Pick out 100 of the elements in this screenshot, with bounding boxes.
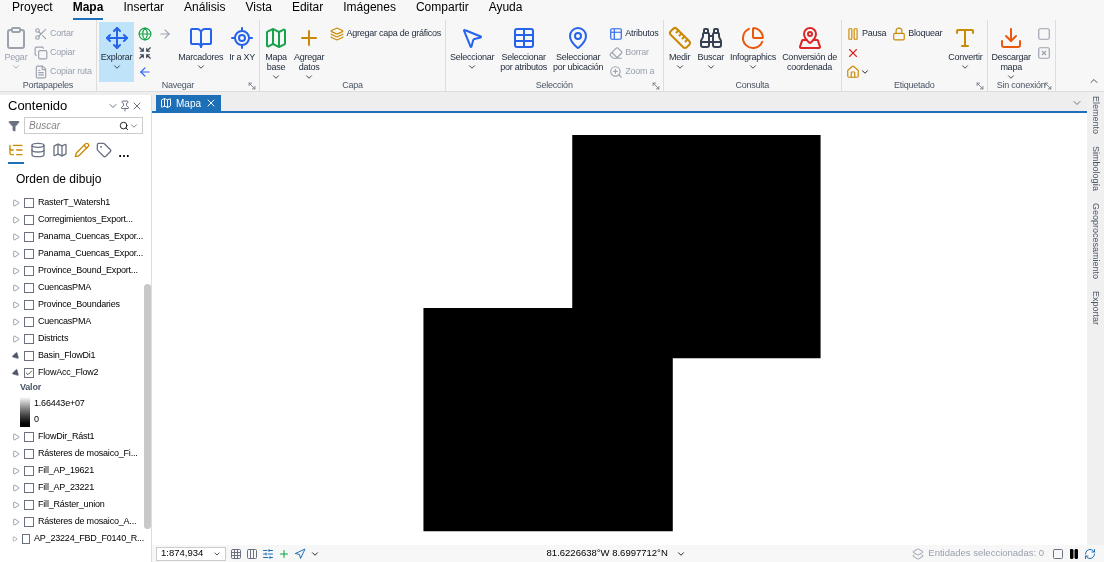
layer-name[interactable]: Fill_AP_19621 <box>38 464 94 478</box>
checkbox[interactable] <box>24 197 34 208</box>
grid-icon[interactable] <box>230 547 242 560</box>
layer-name[interactable]: Panama_Cuencas_Expor... <box>38 246 143 261</box>
ribbon-button[interactable]: Infographics <box>728 22 779 82</box>
expanded-arrow-icon[interactable] <box>10 349 22 362</box>
pointer-icon <box>460 26 485 50</box>
filter-icon[interactable] <box>8 119 20 132</box>
scale-field[interactable]: 1:874,934 <box>156 546 226 561</box>
checkbox[interactable] <box>24 299 34 310</box>
menu-tab[interactable]: Análisis <box>184 0 226 20</box>
collapsed-arrow-icon[interactable] <box>12 484 20 492</box>
columns-icon[interactable] <box>246 547 258 560</box>
checkbox[interactable] <box>24 449 34 459</box>
ribbon-button[interactable]: Atributos <box>607 24 661 43</box>
menu-tab[interactable]: Proyect <box>12 0 53 20</box>
launcher-icon[interactable] <box>974 81 985 91</box>
map-tab[interactable]: Mapa <box>156 95 221 111</box>
menu-tab[interactable]: Vista <box>245 0 272 20</box>
layer-name[interactable]: Rásteres de mosaico_Fi... <box>38 447 138 461</box>
square-icon <box>1036 26 1051 41</box>
checkbox[interactable] <box>24 282 34 293</box>
ribbon-button[interactable]: Marcadores <box>176 22 226 82</box>
layer-name[interactable]: Panama_Cuencas_Expor... <box>38 229 143 244</box>
navigation-icon[interactable] <box>294 547 306 560</box>
collapsed-arrow-icon[interactable] <box>12 501 20 509</box>
ribbon-button[interactable]: Buscar <box>695 22 727 82</box>
ribbon-button[interactable]: Seleccionar por ubicación <box>551 22 606 82</box>
menu-tab[interactable]: Compartir <box>415 0 469 20</box>
checkbox[interactable] <box>24 248 34 259</box>
ribbon-button[interactable]: Mapa base <box>262 22 291 82</box>
more-button[interactable]: … <box>118 144 130 162</box>
checkbox[interactable] <box>24 350 34 361</box>
menu-tab[interactable]: Imágenes <box>343 0 396 20</box>
ribbon-button[interactable]: Explorar <box>98 22 135 82</box>
layer-name[interactable]: FlowDir_Rást1 <box>38 430 95 444</box>
ribbon-button[interactable]: Agregar capa de gráficos <box>328 24 443 43</box>
checkbox[interactable] <box>22 534 30 544</box>
collapsed-arrow-icon[interactable] <box>12 467 20 475</box>
ribbon-button[interactable]: Agregar datos <box>292 22 327 82</box>
ribbon-button[interactable]: Convertir <box>946 22 985 82</box>
ribbon-button[interactable]: Pausa <box>843 24 889 43</box>
collapsed-arrow-icon[interactable] <box>12 450 20 458</box>
scrollbar[interactable] <box>144 284 151 529</box>
ribbon-button[interactable]: Seleccionar por atributos <box>498 22 549 82</box>
checkbox[interactable] <box>24 500 34 510</box>
layer-name[interactable]: Rásteres de mosaico_A... <box>38 515 137 529</box>
launcher-icon[interactable] <box>247 81 258 91</box>
pie-chart-icon <box>741 26 766 50</box>
layer-name[interactable]: Districts <box>38 331 69 346</box>
menu-tab[interactable]: Insertar <box>123 0 165 20</box>
launcher-icon[interactable] <box>650 81 661 91</box>
zoom-icon <box>609 64 624 79</box>
caret-icon <box>748 62 759 72</box>
ribbon-button[interactable]: Medir <box>665 22 694 82</box>
ribbon-button[interactable]: Conversión de coordenada <box>780 22 839 82</box>
layer-name[interactable]: Province_Bound_Export... <box>38 263 138 278</box>
layer-name[interactable]: AP_23224_FBD_F0140_R... <box>34 532 144 546</box>
pin-icon[interactable] <box>119 100 131 112</box>
layer-name[interactable]: Basin_FlowDi1 <box>38 348 96 363</box>
checkbox[interactable] <box>24 316 34 327</box>
side-tab[interactable]: Exportar <box>1088 291 1103 326</box>
view-tab[interactable] <box>8 142 24 164</box>
layer-name[interactable]: Fill_Ráster_union <box>38 498 105 512</box>
search-icon[interactable] <box>119 121 129 131</box>
expanded-arrow-icon[interactable] <box>10 366 22 379</box>
layer-name[interactable]: Fill_AP_23221 <box>38 481 94 495</box>
sliders-icon[interactable] <box>262 547 274 560</box>
ribbon-button[interactable]: Bloquear <box>890 24 945 43</box>
layer-name[interactable]: CuencasPMA <box>38 314 92 329</box>
side-tab[interactable]: Elemento <box>1088 96 1103 135</box>
menu-tab[interactable]: Editar <box>291 0 324 20</box>
checkbox[interactable] <box>24 367 34 378</box>
layer-name[interactable]: Province_Boundaries <box>38 297 120 312</box>
checkbox[interactable] <box>24 432 34 442</box>
search-field[interactable]: Buscar <box>24 117 143 134</box>
checkbox[interactable] <box>24 517 34 527</box>
close-icon[interactable] <box>131 100 143 112</box>
collapsed-arrow-icon[interactable] <box>12 518 20 526</box>
layer-name[interactable]: CuencasPMA <box>38 280 92 295</box>
layer-name[interactable]: RasterT_Watersh1 <box>38 195 110 210</box>
menu-tab[interactable]: Ayuda <box>488 0 523 20</box>
pause-icon[interactable] <box>1068 547 1080 560</box>
layer-name[interactable]: Corregimientos_Export... <box>38 212 133 227</box>
checkbox[interactable] <box>24 214 34 225</box>
square-icon[interactable] <box>1052 547 1064 560</box>
ribbon-button[interactable]: Ir a XY <box>227 22 258 82</box>
map-icon <box>52 142 68 158</box>
checkbox[interactable] <box>24 466 34 476</box>
layer-name[interactable]: FlowAcc_Flow2 <box>38 365 99 380</box>
ribbon-button[interactable]: Seleccionar <box>447 22 497 82</box>
refresh-icon[interactable] <box>1084 547 1096 560</box>
checkbox[interactable] <box>24 333 34 344</box>
checkbox[interactable] <box>24 231 34 242</box>
checkbox[interactable] <box>24 483 34 493</box>
checkbox[interactable] <box>24 265 34 276</box>
side-tab[interactable]: Simbología <box>1088 146 1103 192</box>
collapsed-arrow-icon[interactable] <box>12 433 20 441</box>
side-tab[interactable]: Geoprocesamiento <box>1088 203 1103 280</box>
ribbon-button[interactable]: Descargar mapa <box>989 22 1033 82</box>
